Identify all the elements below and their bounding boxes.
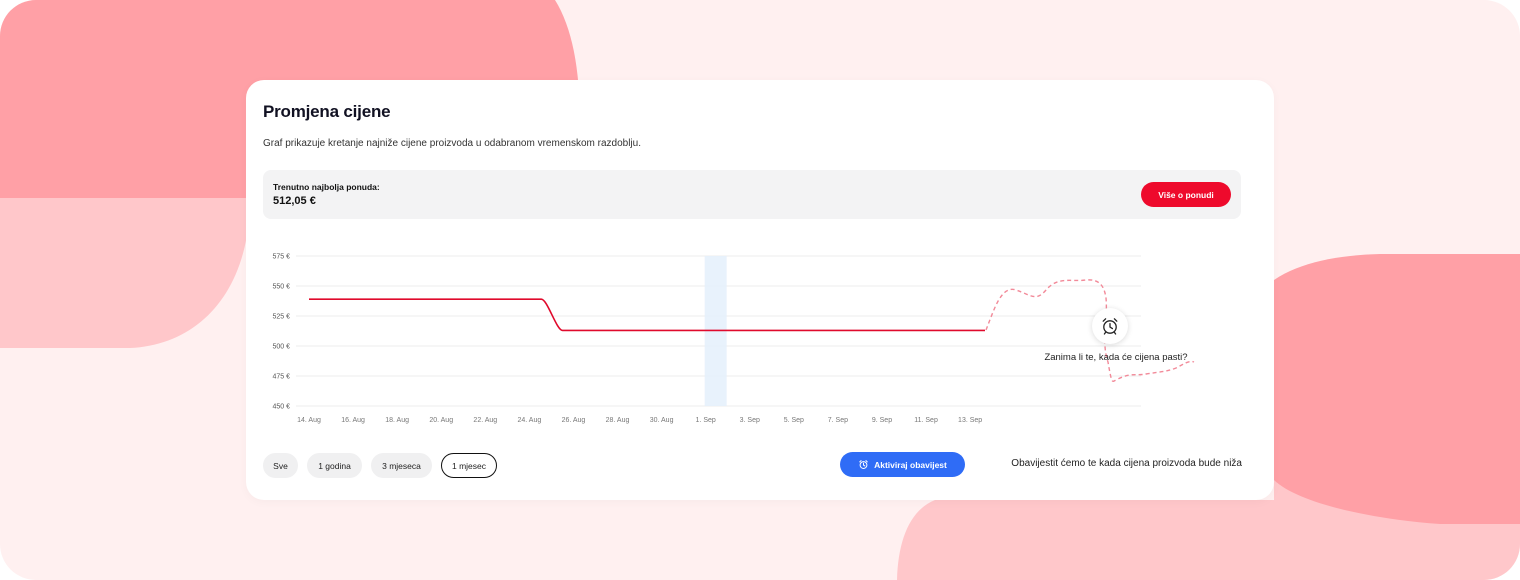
x-tick-label: 14. Aug — [297, 417, 321, 424]
x-tick-label: 11. Sep — [914, 417, 938, 424]
range-1-month-button[interactable]: 1 mjesec — [441, 453, 497, 478]
y-tick-label: 450 € — [272, 404, 290, 411]
blob-right — [1274, 254, 1520, 524]
x-tick-label: 5. Sep — [784, 417, 804, 424]
range-1-year-button[interactable]: 1 godina — [307, 453, 362, 478]
x-tick-label: 28. Aug — [606, 417, 630, 424]
alarm-clock-icon — [859, 460, 868, 469]
range-all-button[interactable]: Sve — [263, 453, 298, 478]
y-tick-label: 550 € — [272, 284, 290, 291]
x-tick-label: 1. Sep — [696, 417, 716, 424]
predicted-trend-line — [985, 279, 1195, 382]
chart-x-axis: 14. Aug 16. Aug 18. Aug 20. Aug 22. Aug 24. A… — [297, 417, 982, 424]
range-3-months-button[interactable]: 3 mjeseca — [371, 453, 432, 478]
price-alert-bubble[interactable] — [1092, 308, 1128, 344]
alarm-clock-icon — [1102, 318, 1118, 335]
x-tick-label: 22. Aug — [473, 417, 497, 424]
y-tick-label: 475 € — [272, 374, 290, 381]
x-tick-label: 16. Aug — [341, 417, 365, 424]
y-tick-label: 575 € — [272, 254, 290, 261]
blob-left-light — [0, 198, 250, 348]
activate-alert-label: Aktiviraj obavijest — [874, 459, 947, 470]
x-tick-label: 26. Aug — [562, 417, 586, 424]
x-tick-label: 3. Sep — [740, 417, 760, 424]
chart-y-axis: 575 € 550 € 525 € 500 € 475 € 450 € — [272, 254, 290, 411]
alert-note: Obavijestit ćemo te kada cijena proizvod… — [1011, 458, 1242, 469]
x-tick-label: 24. Aug — [518, 417, 542, 424]
x-tick-label: 30. Aug — [650, 417, 674, 424]
x-tick-label: 13. Sep — [958, 417, 982, 424]
x-tick-label: 9. Sep — [872, 417, 892, 424]
y-tick-label: 525 € — [272, 314, 290, 321]
price-drop-prompt: Zanima li te, kada će cijena pasti? — [1044, 352, 1188, 363]
price-line-series — [309, 298, 985, 332]
price-chart: 575 € 550 € 525 € 500 € 475 € 450 € 14. Aug 16… — [272, 254, 1195, 424]
price-history-card: Promjena cijene Graf prikazuje kretanje … — [246, 80, 1274, 500]
x-tick-label: 20. Aug — [429, 417, 453, 424]
y-tick-label: 500 € — [272, 344, 290, 351]
activate-alert-button[interactable]: Aktiviraj obavijest — [840, 452, 965, 477]
x-tick-label: 18. Aug — [385, 417, 409, 424]
x-tick-label: 7. Sep — [828, 417, 848, 424]
